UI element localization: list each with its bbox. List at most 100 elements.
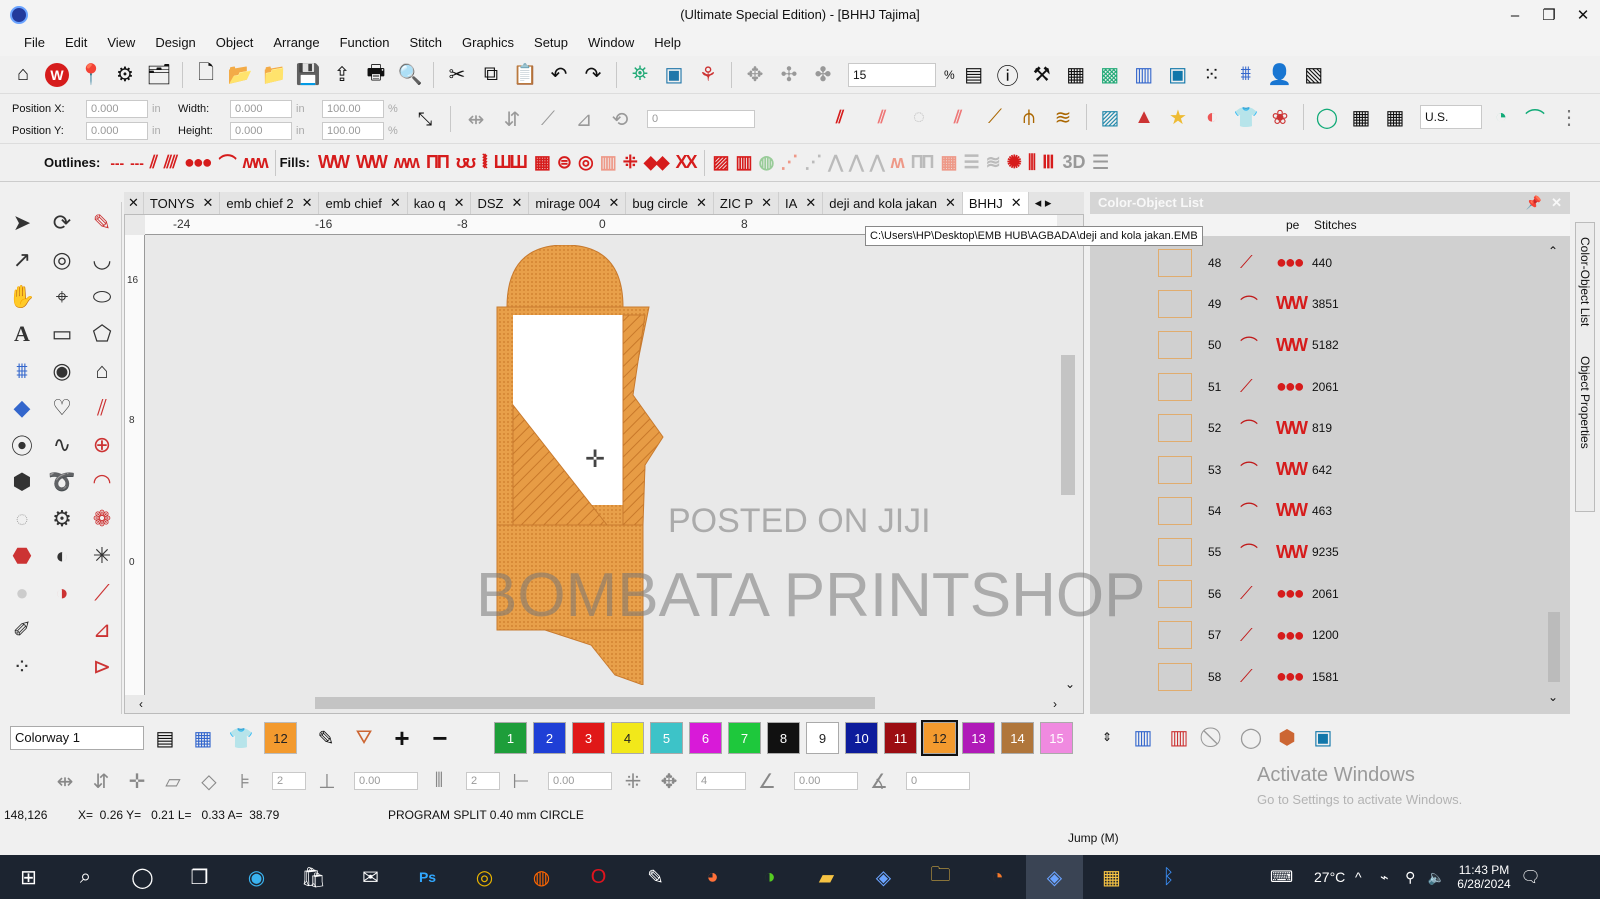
tab-mirage-004[interactable]: mirage 004 ✕ [529,192,627,214]
notification-icon[interactable]: 🗨 [1511,855,1551,899]
firefox-icon[interactable]: ◕ [684,855,741,899]
spacing-field[interactable]: 2 [272,772,306,790]
cortana-icon[interactable]: ◯ [114,855,171,899]
star-icon[interactable]: ★ [1163,102,1193,132]
chrome-icon[interactable]: ◎ [456,855,513,899]
fill-loop-icon[interactable]: ⦚⦚ [482,152,487,173]
fill-pattern-i-icon[interactable]: ʍ [891,152,905,173]
shape-outline-icon[interactable]: ⌂ [82,352,122,389]
fork-icon[interactable]: ⫛ [1014,102,1044,132]
scroll-left-icon[interactable]: ‹ [139,697,143,711]
close-icon[interactable]: ✕ [696,195,707,211]
zoom-select[interactable]: 15 [848,62,936,87]
current-color-swatch[interactable]: 12 [264,722,297,754]
triple-run-icon[interactable]: ‐ ‐ ‐ [130,155,144,171]
fill-icon[interactable]: ⫽ [942,102,972,132]
remove-color-icon[interactable]: − [425,723,455,753]
fill-pattern-m-icon[interactable]: ≋ [986,152,1001,173]
offset-icon[interactable]: ∡ [864,766,894,796]
object-row[interactable]: 55 ⌒ WW 9235 [1090,532,1545,573]
height-adjust-icon[interactable]: ⊥ [312,766,342,796]
rotate-field[interactable]: 0 [647,110,755,128]
close-icon[interactable]: ✕ [202,195,213,211]
fill-satin-icon[interactable]: WW [318,152,350,173]
mail-icon[interactable]: ✉ [342,855,399,899]
opera-icon[interactable]: O [570,855,627,899]
fill-diamond-icon[interactable]: ◆◆ [644,152,670,173]
fill-pattern-l-icon[interactable]: ☰ [963,152,979,173]
task-view-icon[interactable]: ❐ [171,855,228,899]
user-icon[interactable]: 👤 [1265,60,1295,90]
grid-icon[interactable]: ▩ [1095,60,1125,90]
height-adjust-field[interactable]: 0.00 [354,772,418,790]
loop-tool-icon[interactable]: ➰ [42,463,82,500]
copy-icon[interactable]: ⧉ [476,60,506,90]
flower-icon[interactable]: ❁ [82,500,122,537]
object-row[interactable]: 48 ⟋ ●●● 440 [1090,242,1545,283]
object-row[interactable]: 51 ⟋ ●●● 2061 [1090,366,1545,407]
object-row[interactable]: 54 ⌒ WW 463 [1090,490,1545,531]
panel-scrollbar-thumb[interactable] [1548,612,1560,682]
count-icon[interactable]: ✥ [654,766,684,796]
color-swatch[interactable]: 8 [767,722,800,754]
line-icon[interactable]: ⟋ [980,102,1010,132]
color-swatch[interactable]: 6 [689,722,722,754]
weather-temp[interactable]: 27°C [1314,869,1345,885]
fill-pattern-h-icon[interactable]: ⋀ [870,152,885,173]
minimize-button[interactable]: – [1498,0,1532,30]
fill-step-icon[interactable]: ПП [426,152,450,173]
fill-grid-icon[interactable]: ▦ [534,152,551,173]
fill-zigzag-icon[interactable]: ʍʍ [394,152,420,173]
panel-scroll-up-icon[interactable]: ⌃ [1548,244,1558,258]
spacing-icon[interactable]: ⊧ [230,766,260,796]
satin-outline-icon[interactable]: ⫽ [150,152,158,173]
scroll-down-icon[interactable]: ⌄ [1065,677,1075,691]
hoop-ring-icon[interactable]: ◯ [1312,102,1342,132]
fill-pattern-j-icon[interactable]: ПП [911,152,935,173]
colorway-list-icon[interactable]: ▤ [150,723,180,753]
tab-tonys[interactable]: TONYS ✕ [144,192,221,214]
measure-tool-icon[interactable]: ⊿ [82,611,122,648]
density-icon[interactable]: ⫴ [424,766,454,796]
shape-icon[interactable]: ✣ [774,60,804,90]
tab-deji-and-kola-jakan[interactable]: deji and kola jakan ✕ [823,192,963,214]
arc-tool-icon[interactable]: ◠ [82,463,122,500]
pen-icon[interactable]: ✎ [82,204,122,241]
background-color-icon[interactable]: ◯ [1236,722,1266,752]
split-tool-icon[interactable]: ⊕ [82,426,122,463]
scatter-icon[interactable]: ⁜ [618,766,648,796]
menu-view[interactable]: View [97,30,145,56]
density-field[interactable]: 2 [466,772,500,790]
node-edit-icon[interactable]: ⌖ [42,278,82,315]
close-icon[interactable]: ✕ [302,195,313,211]
color-swatch[interactable]: 10 [845,722,878,754]
object-row[interactable]: 57 ⟋ ●●● 1200 [1090,615,1545,656]
app-orange-icon[interactable]: ◍ [513,855,570,899]
color-swatch[interactable]: 11 [884,722,917,754]
compass-icon[interactable]: ✳ [82,537,122,574]
bead-icon[interactable]: ●●● [184,152,213,173]
circle-node-icon[interactable]: ◎ [42,241,82,278]
thread-chart-alt-icon[interactable]: ▥ [1164,722,1194,752]
hoop-icon[interactable]: ⚙ [110,60,140,90]
fill-gradient-icon[interactable]: ▥ [600,152,617,173]
paste-icon[interactable]: 📋 [510,60,540,90]
restore-button[interactable]: ❐ [1532,0,1566,30]
select-arrow-icon[interactable]: ➤ [2,204,42,241]
info-icon[interactable]: ⓘ [993,60,1023,90]
width-field[interactable]: 0.000 [230,100,292,118]
fill-pattern-f-icon[interactable]: ⋀ [828,152,843,173]
tatami-icon[interactable]: ⫽ [866,102,896,132]
circle-tool-icon[interactable]: ◉ [42,352,82,389]
shapes-icon[interactable]: ▲ [1129,102,1159,132]
color-swatch[interactable]: 4 [611,722,644,754]
tab-ia[interactable]: IA ✕ [779,192,824,214]
sphere-icon[interactable]: ● [2,574,42,611]
print-preview-icon[interactable]: 🔍 [395,60,425,90]
picture-icon[interactable]: ▨ [1095,102,1125,132]
pen-app-icon[interactable]: ✎ [627,855,684,899]
save-icon[interactable]: 💾 [293,60,323,90]
fill-pattern-e-icon[interactable]: ⋰ [804,152,822,173]
color-palette-icon[interactable]: ⚘ [693,60,723,90]
home-icon[interactable]: ⌂ [8,60,38,90]
